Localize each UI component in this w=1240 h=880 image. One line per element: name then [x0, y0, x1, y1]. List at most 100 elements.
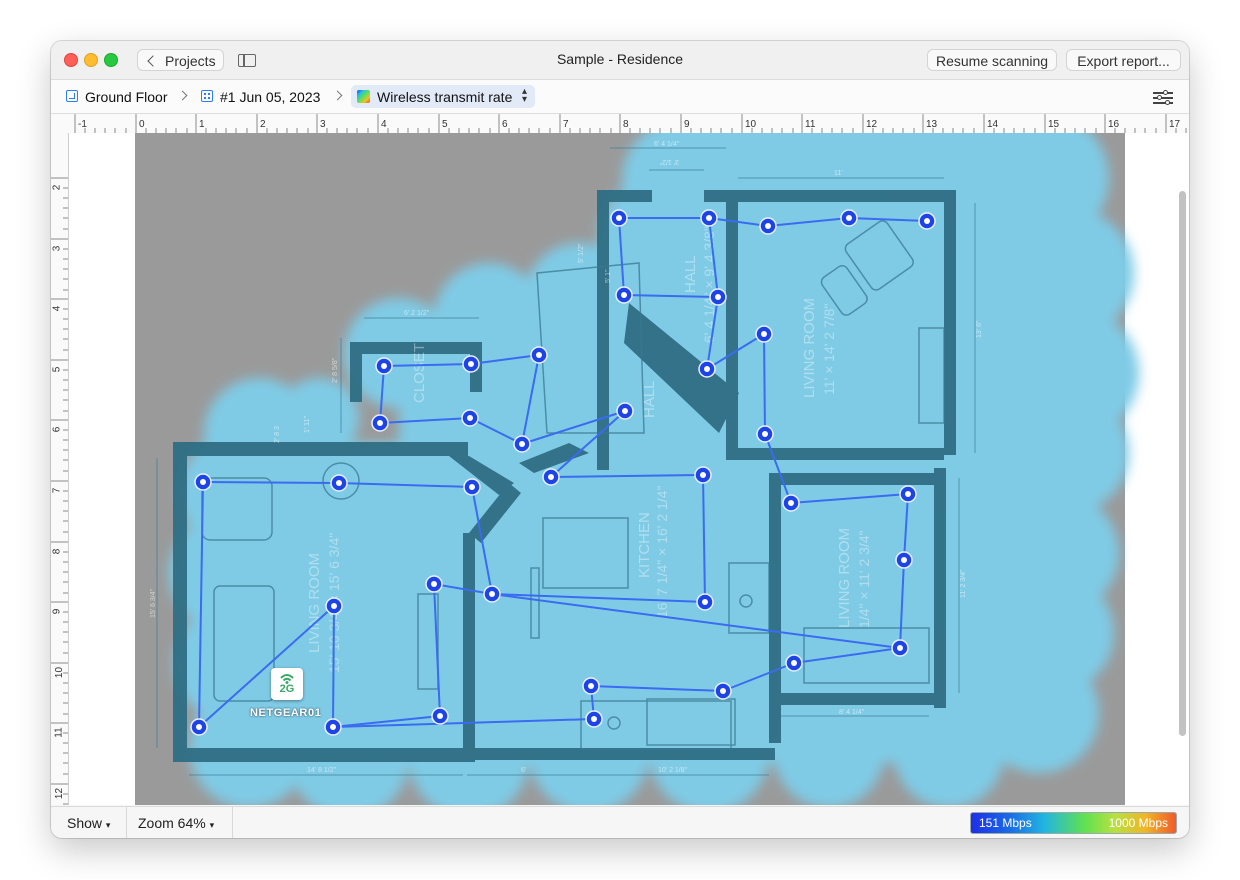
survey-point[interactable]	[709, 288, 727, 306]
survey-point[interactable]	[190, 718, 208, 736]
survey-point[interactable]	[431, 707, 449, 725]
vertical-scrollbar[interactable]	[1179, 191, 1186, 736]
show-menu-label: Show	[67, 815, 103, 831]
survey-point[interactable]	[918, 212, 936, 230]
survey-point[interactable]	[513, 435, 531, 453]
survey-point[interactable]	[463, 478, 481, 496]
ruler-label: 14	[987, 119, 999, 130]
dim-right-top-side: 13' 6"	[976, 320, 983, 338]
survey-point[interactable]	[585, 710, 603, 728]
survey-point[interactable]	[899, 485, 917, 503]
view-settings-icon[interactable]	[1153, 90, 1173, 106]
dim-hall-door: 3' 1/2"	[659, 158, 679, 165]
survey-point[interactable]	[375, 357, 393, 375]
survey-point[interactable]	[582, 677, 600, 695]
dim-top-hall: 6' 4 1/4"	[654, 141, 680, 148]
survey-point[interactable]	[785, 654, 803, 672]
ruler-label: 9	[684, 119, 690, 130]
app-window: Projects Sample - Residence Resume scann…	[51, 41, 1189, 838]
resume-scanning-button[interactable]: Resume scanning	[927, 49, 1057, 71]
ruler-label: 8	[51, 548, 63, 555]
living-room-right-dims: 11' × 14' 2 7/8"	[821, 304, 837, 395]
survey-point[interactable]	[700, 209, 718, 227]
survey-point[interactable]	[325, 597, 343, 615]
vertical-ruler: 2 3 4 5 6 7 8 9 10 11 12	[51, 133, 69, 805]
floor-plan-icon	[66, 90, 78, 102]
breadcrumb-scan[interactable]: #1 Jun 05, 2023	[220, 89, 320, 105]
access-point-band: 2G	[279, 683, 295, 695]
show-menu-button[interactable]: Show ▾	[67, 815, 110, 831]
survey-point[interactable]	[330, 474, 348, 492]
survey-point[interactable]	[530, 346, 548, 364]
ruler-label: -1	[78, 119, 87, 130]
ruler-label: 11	[53, 727, 65, 738]
survey-point[interactable]	[616, 402, 634, 420]
ruler-label: 17	[1169, 119, 1181, 130]
legend-min-label: 151 Mbps	[979, 816, 1032, 830]
survey-point[interactable]	[194, 473, 212, 491]
export-report-button[interactable]: Export report...	[1066, 49, 1181, 71]
path-bar: Ground Floor #1 Jun 05, 2023 Wireless tr…	[51, 80, 1189, 114]
living-room-left-label: LIVING ROOM	[306, 553, 323, 653]
chevron-down-icon: ▾	[209, 820, 215, 830]
ruler-label: 12	[54, 787, 66, 800]
survey-point[interactable]	[371, 414, 389, 432]
access-point-marker[interactable]: 2G	[271, 668, 303, 700]
survey-path-segment	[332, 605, 335, 728]
chevron-right-icon	[177, 90, 188, 101]
ruler-label: 5	[442, 119, 448, 130]
dim-bottom-left: 14' 8 1/2"	[307, 767, 337, 774]
survey-point[interactable]	[462, 355, 480, 373]
kitchen-label: KITCHEN	[636, 512, 653, 578]
dim-stairs: 5' 1/2"	[578, 243, 585, 263]
survey-point[interactable]	[895, 551, 913, 569]
heatmap-legend: 151 Mbps 1000 Mbps	[970, 812, 1177, 834]
floor-plan-canvas[interactable]: CLOSET HALL HALL LIVING ROOM 15' 10 3/4"…	[69, 133, 1189, 805]
breadcrumb-floor[interactable]: Ground Floor	[85, 89, 167, 105]
dim-entry-a: 2' 8 3	[274, 426, 281, 443]
survey-point[interactable]	[759, 217, 777, 235]
dim-closet-side: 2' 8 5/8"	[332, 357, 339, 383]
survey-point[interactable]	[840, 209, 858, 227]
updown-chevron-icon: ▴ ▾	[522, 86, 528, 105]
ruler-label: 4	[381, 119, 387, 130]
closet-label: CLOSET	[411, 343, 428, 403]
access-point-name: NETGEAR01	[250, 707, 322, 719]
ruler-label: 11	[805, 119, 816, 130]
zoom-label: Zoom 64%	[138, 815, 206, 831]
ruler-label: 10	[54, 666, 66, 679]
dim-right-side: 11' 2 3/4"	[960, 569, 967, 598]
survey-point[interactable]	[714, 682, 732, 700]
survey-point[interactable]	[425, 575, 443, 593]
survey-point[interactable]	[755, 325, 773, 343]
survey-point[interactable]	[696, 593, 714, 611]
ruler-label: 5	[51, 366, 63, 373]
ruler-label: 15	[1048, 119, 1060, 130]
survey-point[interactable]	[694, 466, 712, 484]
survey-path-segment	[202, 481, 340, 484]
ruler-label: 7	[563, 119, 569, 130]
survey-point[interactable]	[756, 425, 774, 443]
dim-left-wall: 15' 6 3/4"	[150, 588, 157, 618]
survey-point[interactable]	[698, 360, 716, 378]
zoom-menu-button[interactable]: Zoom 64% ▾	[138, 815, 214, 831]
chevron-right-icon	[332, 90, 343, 101]
ruler-label: 9	[51, 608, 63, 615]
living-room-right-label: LIVING ROOM	[801, 298, 818, 398]
survey-point[interactable]	[891, 639, 909, 657]
survey-point[interactable]	[615, 286, 633, 304]
survey-point[interactable]	[483, 585, 501, 603]
metric-label[interactable]: Wireless transmit rate	[377, 89, 512, 105]
survey-point[interactable]	[610, 209, 628, 227]
ruler-label: 12	[866, 119, 878, 130]
ruler-label: 3	[320, 119, 326, 130]
survey-point[interactable]	[324, 718, 342, 736]
survey-point[interactable]	[782, 494, 800, 512]
survey-point[interactable]	[461, 409, 479, 427]
dim-right-lower: 8' 4 1/4"	[839, 709, 865, 716]
survey-point[interactable]	[542, 468, 560, 486]
dim-entry-b: 1' 11"	[304, 416, 311, 433]
ruler-label: 10	[745, 119, 757, 130]
ruler-label: 4	[51, 305, 63, 312]
ruler-label: 16	[1108, 119, 1120, 130]
